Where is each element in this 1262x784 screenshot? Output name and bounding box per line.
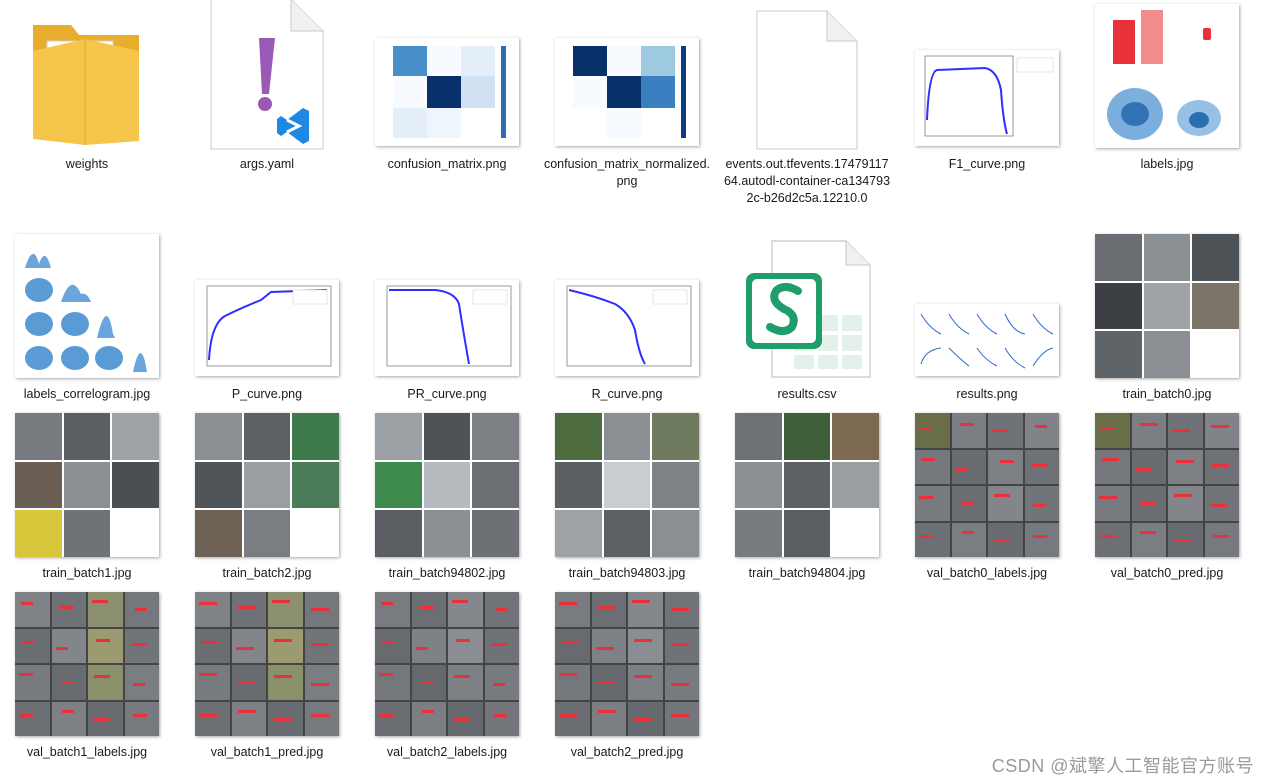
image-thumbnail: [15, 592, 159, 736]
file-name: val_batch0_labels.jpg: [926, 566, 1048, 580]
file-name: confusion_matrix.png: [387, 157, 507, 171]
file-name: val_batch1_pred.jpg: [210, 745, 324, 759]
file-name: labels_correlogram.jpg: [23, 387, 151, 401]
file-name: train_batch2.jpg: [222, 566, 312, 580]
image-thumbnail: [1095, 4, 1239, 148]
file-name: events.out.tfevents.1747911764.autodl-co…: [723, 157, 891, 205]
file-name: labels.jpg: [1140, 157, 1194, 171]
file-name: val_batch0_pred.jpg: [1110, 566, 1224, 580]
image-thumbnail: [915, 50, 1059, 146]
image-thumbnail: [375, 38, 519, 146]
image-thumbnail: [15, 234, 159, 378]
file-name: results.png: [956, 387, 1018, 401]
file-name: results.csv: [777, 387, 837, 401]
image-thumbnail: [555, 592, 699, 736]
file-name: PR_curve.png: [407, 387, 487, 401]
image-thumbnail: [195, 280, 339, 376]
image-thumbnail: [915, 304, 1059, 376]
image-thumbnail: [915, 413, 1059, 557]
image-thumbnail: [555, 38, 699, 146]
file-name: args.yaml: [239, 157, 295, 171]
blank-file-icon: [735, 8, 879, 152]
image-thumbnail: [375, 592, 519, 736]
watermark: CSDN @斌擎人工智能官方账号: [991, 756, 1254, 776]
file-name: train_batch0.jpg: [1122, 387, 1212, 401]
file-name: train_batch1.jpg: [42, 566, 132, 580]
file-name: val_batch2_pred.jpg: [570, 745, 684, 759]
image-thumbnail: [15, 413, 159, 557]
image-thumbnail: [555, 413, 699, 557]
image-thumbnail: [375, 280, 519, 376]
file-name: val_batch2_labels.jpg: [386, 745, 508, 759]
file-name: P_curve.png: [231, 387, 303, 401]
file-name: train_batch94802.jpg: [388, 566, 506, 580]
file-name: train_batch94803.jpg: [568, 566, 686, 580]
image-thumbnail: [1095, 413, 1239, 557]
image-thumbnail: [735, 413, 879, 557]
image-thumbnail: [555, 280, 699, 376]
file-name: F1_curve.png: [948, 157, 1026, 171]
spreadsheet-file-icon: [735, 236, 879, 380]
file-name: confusion_matrix_normalized.png: [543, 157, 711, 188]
file-name: train_batch94804.jpg: [748, 566, 866, 580]
file-name: weights: [65, 157, 109, 171]
image-thumbnail: [195, 413, 339, 557]
image-thumbnail: [1095, 234, 1239, 378]
yaml-file-icon: [195, 0, 339, 150]
file-name: R_curve.png: [591, 387, 663, 401]
folder-icon: [15, 10, 159, 154]
image-thumbnail: [195, 592, 339, 736]
image-thumbnail: [375, 413, 519, 557]
file-name: val_batch1_labels.jpg: [26, 745, 148, 759]
